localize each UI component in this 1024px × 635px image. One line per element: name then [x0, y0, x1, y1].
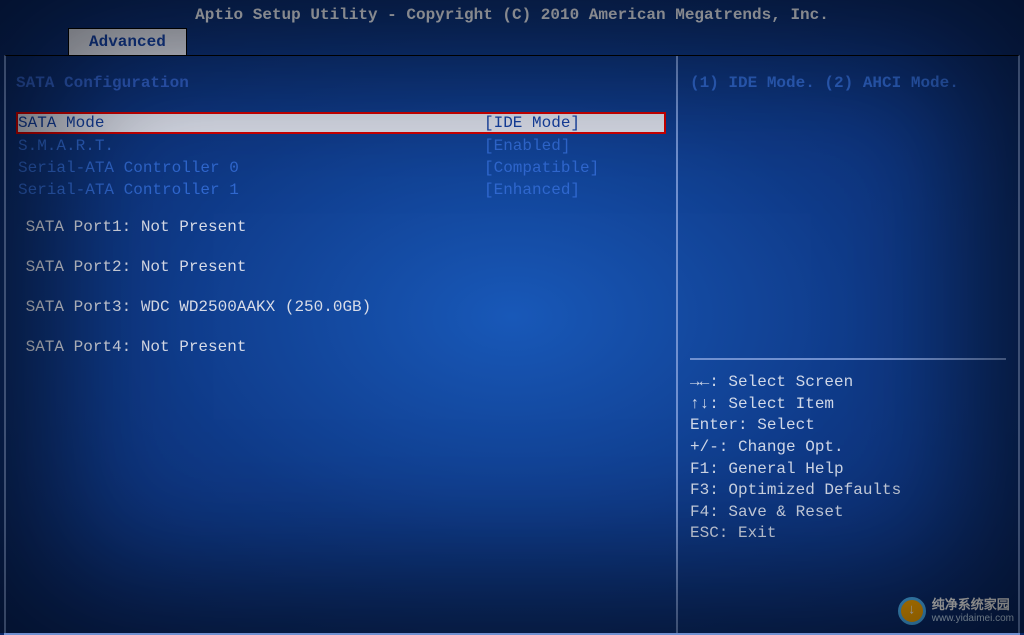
menu-value: [Enabled]: [484, 137, 664, 155]
menu-smart[interactable]: S.M.A.R.T. [Enabled]: [16, 136, 666, 156]
menu-label: Serial-ATA Controller 1: [18, 181, 484, 199]
watermark: 纯净系统家园 www.yidaimei.com: [898, 597, 1014, 625]
menu-value: [IDE Mode]: [484, 114, 664, 132]
tab-advanced[interactable]: Advanced: [68, 28, 187, 55]
watermark-cn: 纯净系统家园: [932, 598, 1014, 612]
main-container: SATA Configuration SATA Mode [IDE Mode] …: [4, 55, 1020, 635]
sata-port-2: SATA Port2: Not Present: [16, 258, 666, 276]
help-keys-section: →←: Select Screen ↑↓: Select Item Enter:…: [690, 358, 1006, 545]
menu-label: S.M.A.R.T.: [18, 137, 484, 155]
left-panel: SATA Configuration SATA Mode [IDE Mode] …: [6, 56, 678, 633]
sata-port-4: SATA Port4: Not Present: [16, 338, 666, 356]
help-key-general-help: F1: General Help: [690, 459, 1006, 481]
watermark-text: 纯净系统家园 www.yidaimei.com: [932, 598, 1014, 623]
right-panel: (1) IDE Mode. (2) AHCI Mode. →←: Select …: [678, 56, 1018, 633]
sata-port-3: SATA Port3: WDC WD2500AAKX (250.0GB): [16, 298, 666, 316]
help-key-save-reset: F4: Save & Reset: [690, 502, 1006, 524]
header-title: Aptio Setup Utility - Copyright (C) 2010…: [0, 0, 1024, 28]
download-icon: [898, 597, 926, 625]
help-description: (1) IDE Mode. (2) AHCI Mode.: [690, 74, 1006, 92]
help-key-enter: Enter: Select: [690, 415, 1006, 437]
watermark-url: www.yidaimei.com: [932, 613, 1014, 624]
section-title: SATA Configuration: [16, 74, 666, 92]
menu-sata-controller-0[interactable]: Serial-ATA Controller 0 [Compatible]: [16, 158, 666, 178]
help-key-select-screen: →←: Select Screen: [690, 372, 1006, 394]
tab-row: Advanced: [0, 28, 1024, 55]
menu-label: Serial-ATA Controller 0: [18, 159, 484, 177]
menu-value: [Compatible]: [484, 159, 664, 177]
menu-value: [Enhanced]: [484, 181, 664, 199]
help-key-select-item: ↑↓: Select Item: [690, 394, 1006, 416]
help-key-exit: ESC: Exit: [690, 523, 1006, 545]
help-key-optimized-defaults: F3: Optimized Defaults: [690, 480, 1006, 502]
sata-port-1: SATA Port1: Not Present: [16, 218, 666, 236]
menu-sata-mode[interactable]: SATA Mode [IDE Mode]: [16, 112, 666, 134]
menu-sata-controller-1[interactable]: Serial-ATA Controller 1 [Enhanced]: [16, 180, 666, 200]
help-key-change-opt: +/-: Change Opt.: [690, 437, 1006, 459]
menu-label: SATA Mode: [18, 114, 484, 132]
